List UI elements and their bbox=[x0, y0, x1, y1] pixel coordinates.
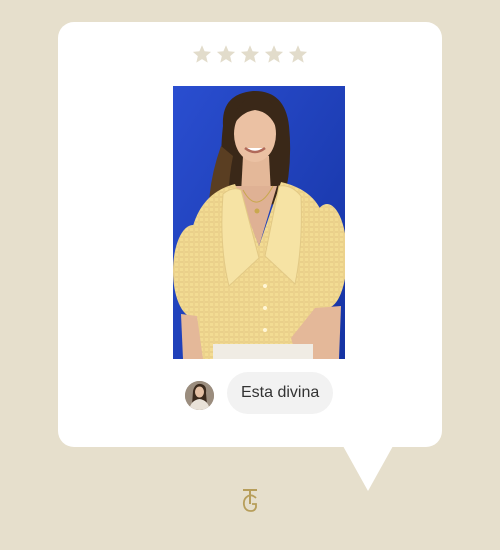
star-icon[interactable] bbox=[240, 44, 260, 64]
comment-text: Esta divina bbox=[241, 384, 320, 401]
star-icon[interactable] bbox=[264, 44, 284, 64]
review-card: Esta divina bbox=[58, 22, 442, 447]
comment-row: Esta divina bbox=[185, 372, 334, 414]
user-avatar[interactable] bbox=[185, 381, 214, 410]
comment-bubble: Esta divina bbox=[227, 372, 334, 414]
speech-bubble-tail bbox=[343, 446, 393, 491]
brand-logo[interactable] bbox=[238, 486, 262, 514]
star-icon[interactable] bbox=[288, 44, 308, 64]
star-icon[interactable] bbox=[216, 44, 236, 64]
page: Esta divina bbox=[0, 0, 500, 550]
review-photo[interactable] bbox=[173, 86, 345, 359]
star-icon[interactable] bbox=[192, 44, 212, 64]
star-rating bbox=[58, 44, 442, 64]
